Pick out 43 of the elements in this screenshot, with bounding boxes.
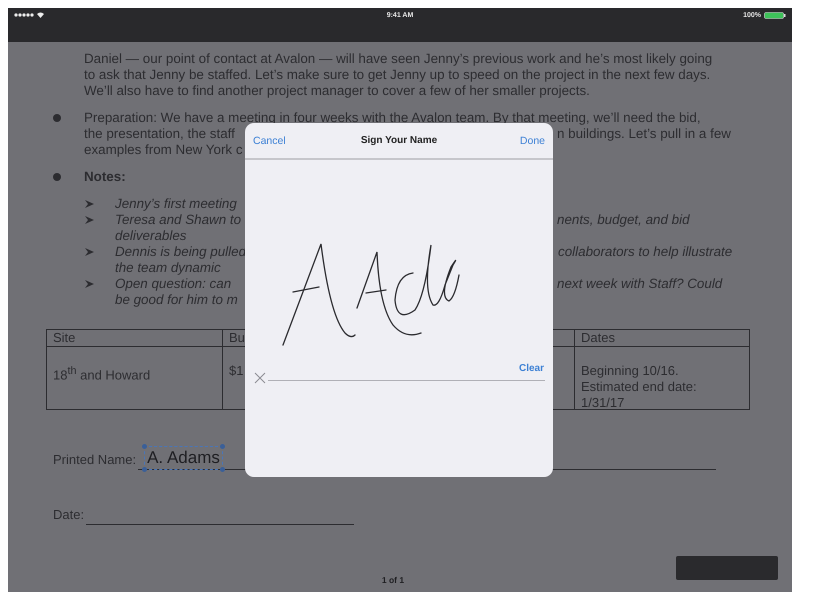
arrowhead-bullet-icon (85, 200, 94, 208)
resize-handle[interactable] (220, 444, 225, 449)
clear-button[interactable]: Clear (518, 363, 544, 374)
column-header: Site (47, 330, 223, 347)
document-text: Notes: (84, 169, 127, 185)
field-label: Printed Name: (53, 452, 136, 469)
document-text: be good for him to m (115, 292, 239, 308)
field-label: Date: (53, 507, 84, 524)
arrowhead-bullet-icon (85, 216, 94, 224)
document-text: to ask that Jenny be staffed. Let’s make sure to get Jenny up to speed on the project in the next few days. (84, 67, 710, 83)
text-annotation[interactable]: A. Adams (145, 447, 222, 469)
document-text: the team dynamic (115, 260, 222, 276)
document-text: Dennis is being pulled (115, 244, 246, 260)
document-text: n buildings. Let’s pull in a few (557, 126, 731, 142)
bullet-icon (53, 114, 61, 122)
document-text: next week with Staff? Could (557, 276, 722, 292)
arrowhead-bullet-icon (85, 280, 94, 288)
document-text: Open question: can (115, 276, 232, 292)
document-text: Daniel — our point of contact at Avalon — will have seen Jenny’s previous work and he’s most likely going (84, 51, 712, 67)
arrowhead-bullet-icon (85, 248, 94, 256)
column-header: Dates (575, 330, 749, 347)
document-text: deliverables (115, 228, 188, 244)
document-text: nents, budget, and bid (557, 212, 690, 228)
dialog-title: Sign Your Name (360, 135, 438, 146)
document-text: We’ll also have to find another project manager to cover a few of her smaller projects. (84, 83, 590, 99)
done-button[interactable]: Done (520, 134, 545, 146)
table-cell-text: Beginning 10/16. Estimated end date: 1/31/17 (580, 362, 698, 409)
table-cell: 18$^{th}$ and Howard (47, 347, 223, 409)
cancel-button[interactable]: Cancel (253, 134, 286, 146)
signal-icon (14, 13, 34, 17)
wifi-icon (37, 12, 44, 18)
document-text: the presentation, the staff (84, 126, 236, 142)
close-icon (254, 372, 266, 384)
resize-handle[interactable] (142, 444, 148, 449)
battery-icon (764, 12, 786, 19)
page-indicator: 1 of 1 (382, 575, 404, 587)
document-text: Jenny’s first meeting (115, 196, 238, 212)
resize-handle[interactable] (220, 467, 225, 472)
bullet-icon (53, 173, 61, 181)
resize-handle[interactable] (142, 467, 148, 472)
document-text: examples from New York c (84, 142, 244, 158)
document-text: collaborators to help illustrate (558, 244, 732, 260)
document-text: Teresa and Shawn to (115, 212, 242, 228)
